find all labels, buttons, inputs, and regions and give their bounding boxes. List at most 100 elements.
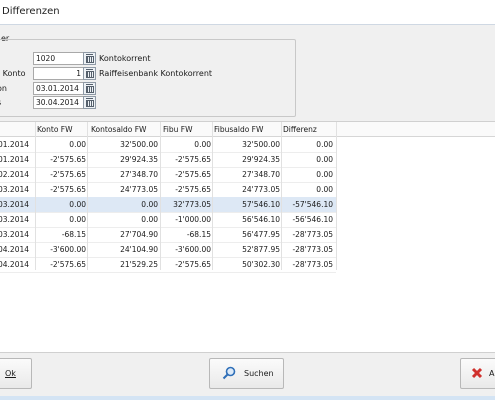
filter-input[interactable]: 1	[33, 67, 84, 80]
table-cell: 27'348.70	[120, 170, 158, 179]
table-cell: -28'773.05	[292, 245, 333, 254]
table-row[interactable]: 03.2014 -2'575.65 24'773.05 -2'575.65 24'773…	[0, 182, 336, 198]
table-cell: 29'924.35	[120, 155, 158, 164]
table-cell: 0.00	[69, 200, 86, 209]
column-header[interactable]: Differenz	[283, 125, 317, 134]
table-cell: 32'500.00	[242, 140, 280, 149]
table-cell: 03.2014	[0, 200, 30, 209]
table-cell: 04.2014	[0, 245, 30, 254]
abort-button[interactable]: A	[460, 358, 495, 389]
red-x-icon	[471, 367, 483, 379]
calendar-icon[interactable]	[83, 67, 96, 80]
column-divider	[336, 122, 337, 270]
table-cell: 0.00	[141, 215, 158, 224]
column-header[interactable]: Konto FW	[37, 125, 73, 134]
table-cell: 0.00	[141, 200, 158, 209]
column-divider	[160, 122, 161, 270]
table-cell: 56'546.10	[242, 215, 280, 224]
filter-label: on	[0, 84, 7, 93]
table-cell: 03.2014	[0, 215, 30, 224]
table-header: Konto FW Kontosaldo FW Fibu FW Fibusaldo FW…	[0, 122, 495, 137]
table-cell: -68.15	[186, 230, 211, 239]
table-cell: 32'500.00	[120, 140, 158, 149]
table-cell: 0.00	[69, 140, 86, 149]
table-cell: -2'575.65	[175, 155, 211, 164]
table-cell: 56'477.95	[242, 230, 280, 239]
table-cell: -2'575.65	[50, 170, 86, 179]
ok-button-label: Ok	[5, 369, 16, 378]
filter-input[interactable]: 30.04.2014	[33, 96, 84, 109]
window-bottom-edge	[0, 396, 495, 400]
filter-row: t Konto 1 Raiffeisenbank Kontokorrent	[0, 67, 300, 80]
table-cell: -2'575.65	[50, 185, 86, 194]
table-cell: 0.00	[316, 140, 333, 149]
table-cell: 0.00	[316, 185, 333, 194]
table-cell: 24'773.05	[242, 185, 280, 194]
filter-input[interactable]: 03.01.2014	[33, 82, 84, 95]
table-cell: 21'529.25	[120, 260, 158, 269]
table-cell: -2'575.65	[50, 260, 86, 269]
table-cell: 24'773.05	[120, 185, 158, 194]
filter-row: 1020 Kontokorrent	[0, 52, 300, 65]
table-cell: -57'546.10	[292, 200, 333, 209]
table-cell: 27'348.70	[242, 170, 280, 179]
table-row[interactable]: 04.2014 -3'600.00 24'104.90 -3'600.00 52'877…	[0, 242, 336, 258]
magnifier-icon	[222, 366, 236, 380]
table-cell: 27'704.90	[120, 230, 158, 239]
table-row[interactable]: 01.2014 -2'575.65 29'924.35 -2'575.65 29'924…	[0, 152, 336, 168]
table-cell: 03.2014	[0, 185, 30, 194]
table-cell: 02.2014	[0, 170, 30, 179]
table-cell: -2'575.65	[50, 155, 86, 164]
table-row[interactable]: 03.2014 -68.15 27'704.90 -68.15 56'477.95 -28…	[0, 227, 336, 243]
column-divider	[281, 122, 282, 270]
table-cell: -68.15	[61, 230, 86, 239]
table-cell: 0.00	[316, 155, 333, 164]
abort-button-label: A	[489, 369, 495, 378]
table-row[interactable]: 02.2014 -2'575.65 27'348.70 -2'575.65 27'348…	[0, 167, 336, 183]
table-cell: -1'000.00	[175, 215, 211, 224]
calendar-icon[interactable]	[83, 52, 96, 65]
table-cell: 29'924.35	[242, 155, 280, 164]
filter-input[interactable]: 1020	[33, 52, 84, 65]
table-cell: -2'575.65	[175, 260, 211, 269]
column-header[interactable]: Kontosaldo FW	[91, 125, 146, 134]
filter-row: on 03.01.2014	[0, 82, 300, 95]
table-cell: -2'575.65	[175, 170, 211, 179]
table-row[interactable]: 03.2014 0.00 0.00 -1'000.00 56'546.10 -56'546…	[0, 212, 336, 228]
column-header[interactable]: Fibu FW	[163, 125, 192, 134]
ok-button[interactable]: Ok	[0, 358, 32, 389]
column-divider	[87, 122, 88, 270]
table-cell: 50'302.30	[242, 260, 280, 269]
table-cell: 01.2014	[0, 155, 30, 164]
column-divider	[35, 122, 36, 270]
table-cell: 03.2014	[0, 230, 30, 239]
column-divider	[212, 122, 213, 270]
table-cell: 52'877.95	[242, 245, 280, 254]
window-title: Differenzen	[2, 6, 60, 17]
table-row[interactable]: 04.2014 -2'575.65 21'529.25 -2'575.65 50'302…	[0, 257, 336, 273]
title-bar: Differenzen	[0, 0, 495, 25]
column-header[interactable]: Fibusaldo FW	[214, 125, 263, 134]
filter-label: s	[0, 98, 1, 107]
calendar-icon[interactable]	[83, 82, 96, 95]
table-cell: 57'546.10	[242, 200, 280, 209]
table-cell: -56'546.10	[292, 215, 333, 224]
calendar-icon[interactable]	[83, 96, 96, 109]
table-cell: 0.00	[69, 215, 86, 224]
table-cell: 04.2014	[0, 260, 30, 269]
table-row[interactable]: 03.2014 0.00 0.00 32'773.05 57'546.10 -57'546…	[0, 197, 336, 213]
table-cell: 0.00	[194, 140, 211, 149]
filter-description: Raiffeisenbank Kontokorrent	[99, 69, 213, 78]
filter-row: s 30.04.2014	[0, 96, 300, 109]
search-button-label: Suchen	[244, 369, 274, 378]
table-cell: 01.2014	[0, 140, 30, 149]
table-cell: -28'773.05	[292, 260, 333, 269]
filter-description: Kontokorrent	[99, 54, 151, 63]
table-cell: 0.00	[316, 170, 333, 179]
table-cell: -28'773.05	[292, 230, 333, 239]
table-row[interactable]: 01.2014 0.00 32'500.00 0.00 32'500.00 0.00	[0, 137, 336, 153]
filter-label: t Konto	[0, 69, 26, 78]
table-cell: -3'600.00	[175, 245, 211, 254]
search-button[interactable]: Suchen	[209, 358, 284, 389]
differences-table[interactable]: Konto FW Kontosaldo FW Fibu FW Fibusaldo FW…	[0, 121, 495, 353]
